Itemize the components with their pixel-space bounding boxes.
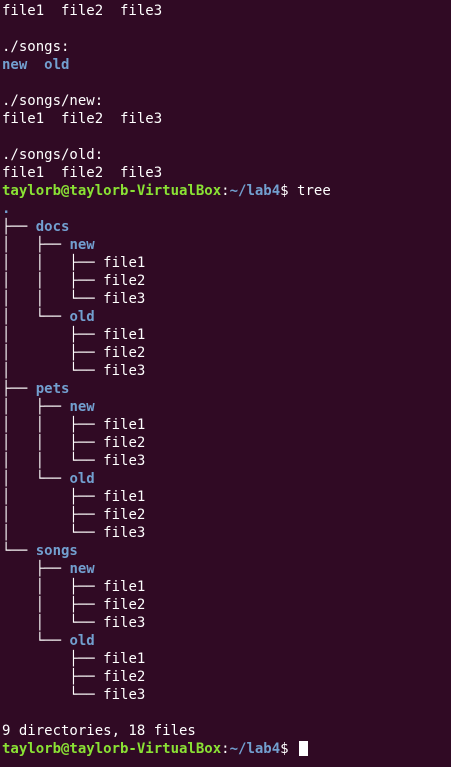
tree-line: │ ├── file1 <box>2 489 146 505</box>
tree-line: │ ├── file2 <box>2 345 146 361</box>
tree-line: │ ├── new <box>2 399 95 415</box>
dir-name: old <box>69 633 95 649</box>
file-name: file3 <box>103 453 146 469</box>
tree-line: │ └── old <box>2 309 95 325</box>
tree-line: │ │ └── file3 <box>2 291 146 307</box>
tree-line: └── file3 <box>2 687 146 703</box>
tree-line: │ └── file3 <box>2 525 146 541</box>
tree-line: │ │ ├── file1 <box>2 255 146 271</box>
output-line: file1 file2 file3 <box>2 3 163 19</box>
summary-line: 9 directories, 18 files <box>2 723 196 739</box>
tree-line: └── songs <box>2 543 78 559</box>
prompt-user-host: taylorb@taylorb-VirtualBox <box>2 183 222 199</box>
output-line: new old <box>2 56 451 74</box>
file-name: file1 <box>103 651 146 667</box>
output-line: ./songs/new: <box>2 93 104 109</box>
dir-name: old <box>69 309 95 325</box>
dir-name: pets <box>35 381 70 397</box>
prompt-user-host: taylorb@taylorb-VirtualBox <box>2 741 222 757</box>
tree-line: │ ├── file1 <box>2 327 146 343</box>
file-name: file2 <box>103 669 146 685</box>
prompt-cwd: ~/lab4 <box>229 183 281 199</box>
tree-line: │ │ └── file3 <box>2 453 146 469</box>
output-line: ./songs/old: <box>2 147 104 163</box>
dir-name: old <box>44 57 70 73</box>
output-line: file1 file2 file3 <box>2 111 163 127</box>
dir-name: new <box>69 561 95 577</box>
file-name: file2 <box>103 345 146 361</box>
file-name: file3 <box>103 615 146 631</box>
dir-name: new <box>2 57 28 73</box>
dir-name: songs <box>35 543 78 559</box>
file-name: file2 <box>103 507 146 523</box>
file-name: file1 <box>103 579 146 595</box>
prompt-line[interactable]: taylorb@taylorb-VirtualBox:~/lab4$ <box>2 740 451 758</box>
prompt-cwd: ~/lab4 <box>229 741 281 757</box>
file-name: file3 <box>103 291 146 307</box>
dir-name: docs <box>35 219 70 235</box>
tree-root: . <box>2 201 11 217</box>
file-name: file2 <box>103 597 146 613</box>
tree-line: │ └── file3 <box>2 363 146 379</box>
file-name: file3 <box>103 363 146 379</box>
tree-line: │ │ ├── file2 <box>2 273 146 289</box>
prompt-sep: : <box>221 183 230 199</box>
text-cursor[interactable] <box>299 741 309 756</box>
dir-name: new <box>69 399 95 415</box>
prompt-line: taylorb@taylorb-VirtualBox:~/lab4$ tree <box>2 182 451 200</box>
output-line: ./songs: <box>2 39 70 55</box>
file-name: file2 <box>103 273 146 289</box>
prompt-sep: : <box>221 741 230 757</box>
tree-line: │ ├── new <box>2 237 95 253</box>
terminal-window[interactable]: file1 file2 file3 ./songs: new old ./son… <box>0 0 451 767</box>
file-name: file1 <box>103 327 146 343</box>
file-name: file1 <box>103 489 146 505</box>
tree-line: └── old <box>2 633 95 649</box>
tree-line: │ └── old <box>2 471 95 487</box>
tree-line: │ ├── file2 <box>2 597 146 613</box>
tree-line: │ │ ├── file1 <box>2 417 146 433</box>
dir-name: old <box>69 471 95 487</box>
tree-line: ├── pets <box>2 381 70 397</box>
file-name: file1 <box>103 255 146 271</box>
tree-line: │ └── file3 <box>2 615 146 631</box>
tree-line: │ │ ├── file2 <box>2 435 146 451</box>
tree-line: . <box>2 200 451 218</box>
file-name: file2 <box>103 435 146 451</box>
prompt-symbol: $ <box>280 183 298 199</box>
tree-line: ├── file2 <box>2 669 146 685</box>
file-name: file3 <box>103 525 146 541</box>
tree-line: │ ├── file1 <box>2 579 146 595</box>
file-name: file1 <box>103 417 146 433</box>
dir-name: new <box>69 237 95 253</box>
tree-line: ├── docs <box>2 219 70 235</box>
tree-line: │ ├── file2 <box>2 507 146 523</box>
tree-line: ├── new <box>2 561 95 577</box>
prompt-symbol: $ <box>280 741 298 757</box>
command-text: tree <box>297 183 331 199</box>
tree-line: ├── file1 <box>2 651 146 667</box>
file-name: file3 <box>103 687 146 703</box>
output-line: file1 file2 file3 <box>2 165 163 181</box>
